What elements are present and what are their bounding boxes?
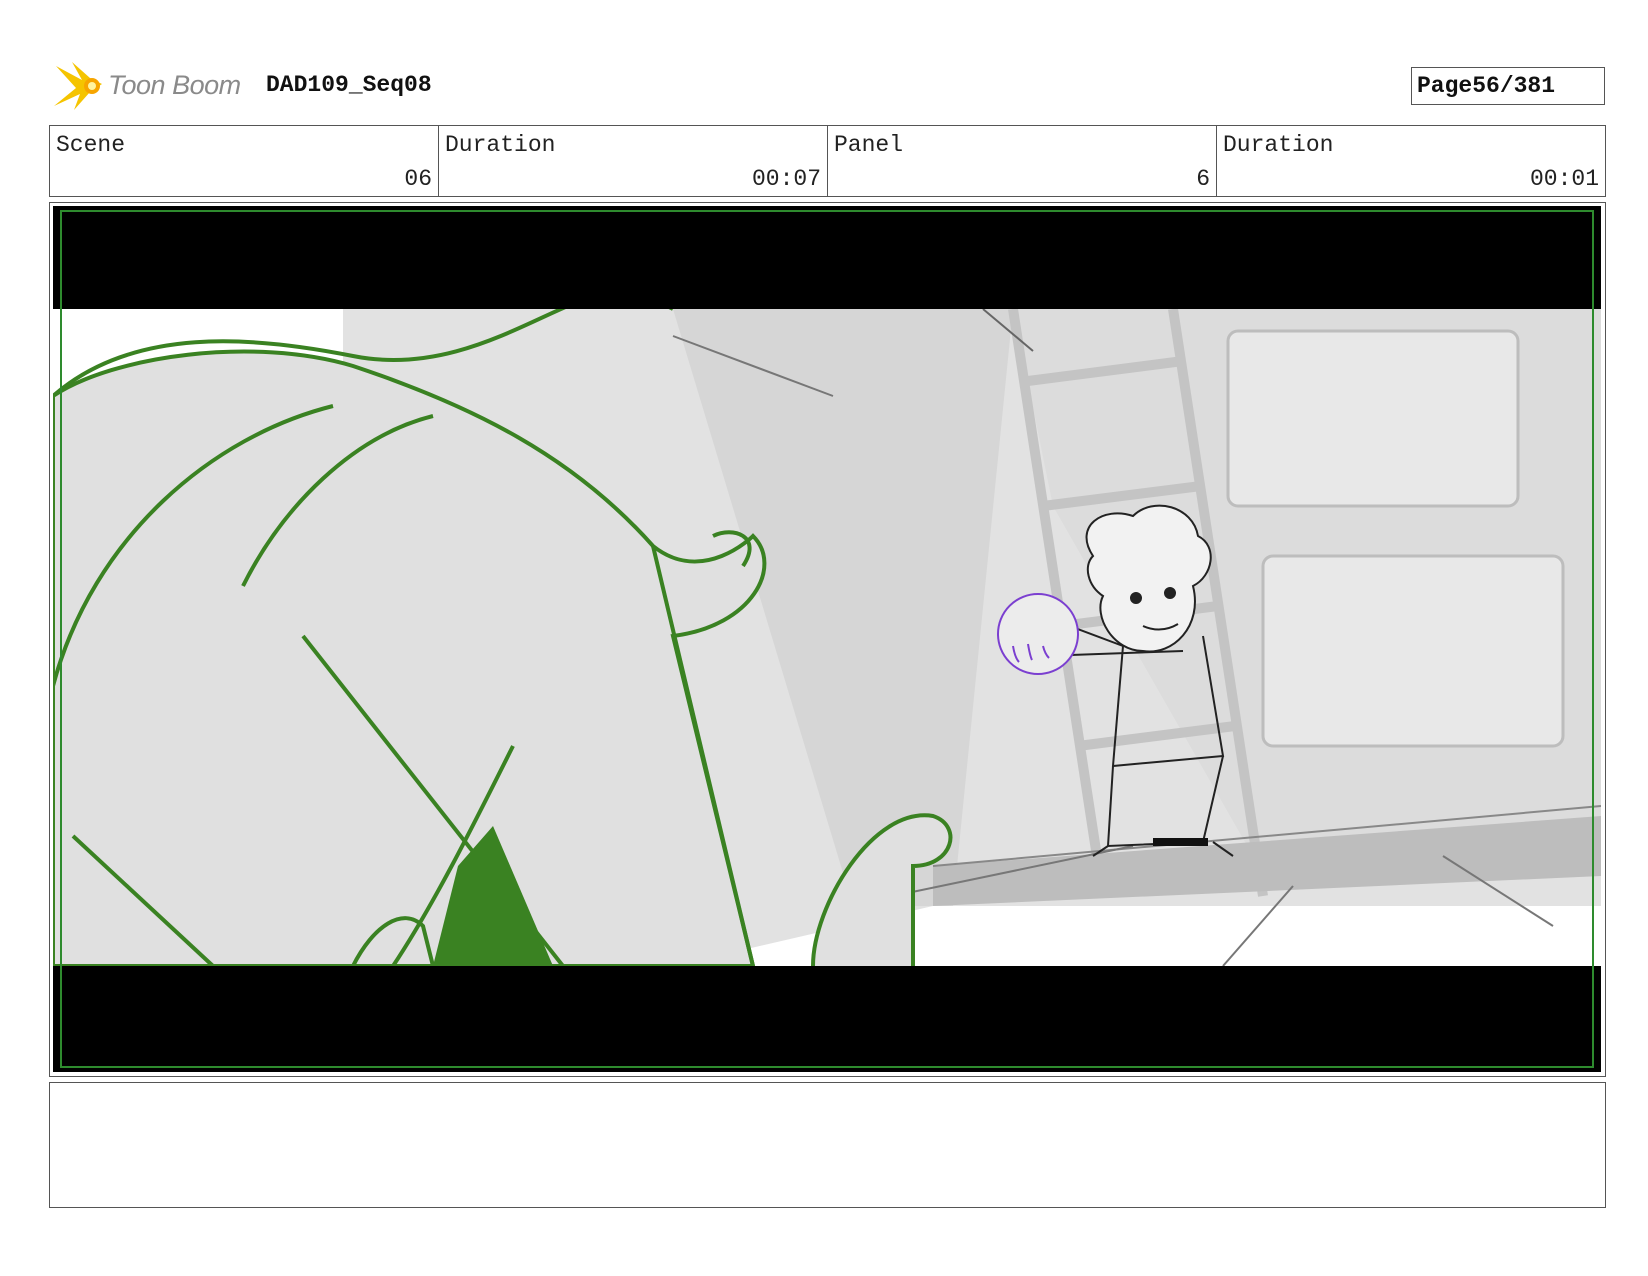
storyboard-panel xyxy=(49,202,1606,1077)
panel-duration-label: Duration xyxy=(1223,132,1334,158)
toon-boom-logo: Toon Boom xyxy=(52,58,252,114)
scene-duration-cell: Duration 00:07 xyxy=(439,126,828,196)
toon-boom-star-icon xyxy=(54,62,102,110)
page-indicator: Page 56/381 xyxy=(1411,67,1605,105)
panel-value: 6 xyxy=(1196,166,1210,192)
panel-notes-box xyxy=(49,1082,1606,1208)
scene-duration-value: 00:07 xyxy=(751,166,821,192)
panel-label: Panel xyxy=(834,132,904,158)
panel-cell: Panel 6 xyxy=(828,126,1217,196)
scene-cell: Scene 06 xyxy=(50,126,439,196)
scene-label: Scene xyxy=(56,132,126,158)
scene-value: 06 xyxy=(404,166,432,192)
project-title: DAD109_Seq08 xyxy=(266,72,432,98)
scene-info-row: Scene 06 Duration 00:07 Panel 6 Duration… xyxy=(49,125,1606,197)
panel-drawing xyxy=(53,206,1601,1072)
panel-duration-value: 00:01 xyxy=(1529,166,1599,192)
page-number: 56/381 xyxy=(1472,73,1556,99)
scene-duration-label: Duration xyxy=(445,132,556,158)
page-label: Page xyxy=(1417,73,1473,99)
panel-duration-cell: Duration 00:01 xyxy=(1217,126,1605,196)
letterbox-top xyxy=(53,206,1601,309)
glowing-orb-sketch xyxy=(997,593,1079,675)
logo-text: Toon Boom xyxy=(108,70,241,100)
letterbox-bottom xyxy=(53,966,1601,1072)
